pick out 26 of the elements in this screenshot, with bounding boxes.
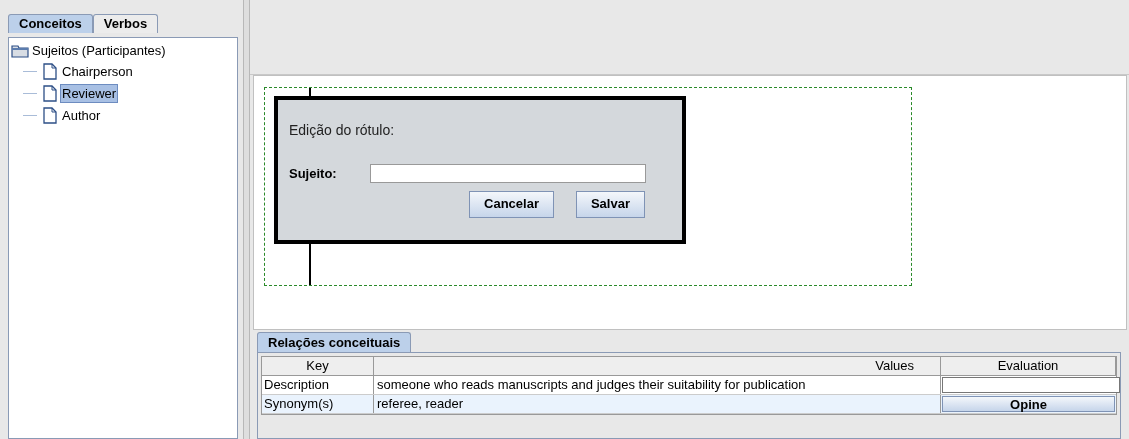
- column-header[interactable]: Values: [374, 357, 941, 375]
- table-cell: referee, reader: [374, 395, 941, 413]
- opine-button[interactable]: Opine: [942, 396, 1115, 412]
- column-header[interactable]: Evaluation: [941, 357, 1116, 375]
- tree-item[interactable]: Chairperson: [60, 61, 135, 81]
- column-header[interactable]: Key: [262, 357, 374, 375]
- tree-item[interactable]: Reviewer: [60, 83, 119, 103]
- document-icon: [43, 62, 57, 80]
- tab[interactable]: Conceitos: [8, 14, 93, 33]
- dialog-button[interactable]: Salvar: [575, 190, 645, 218]
- input-field[interactable]: [942, 377, 1120, 393]
- table-cell: Synonym(s): [262, 395, 374, 413]
- document-icon: [43, 84, 57, 102]
- table-row[interactable]: Synonym(s) referee, reader Opine: [262, 395, 1116, 414]
- folder-icon: [11, 43, 29, 58]
- table-cell: someone who reads manuscripts and judges their suitability for publication: [374, 376, 941, 394]
- field-label: Sujeito:: [289, 165, 338, 183]
- dialog-button[interactable]: Cancelar: [469, 190, 554, 218]
- tab[interactable]: Relações conceituais: [257, 332, 412, 352]
- document-icon: [43, 106, 57, 124]
- tree-item[interactable]: Author: [60, 105, 103, 125]
- dialog-title: Edição do rótulo:: [289, 121, 396, 140]
- table-cell: Description: [262, 376, 374, 394]
- input-field[interactable]: [370, 164, 646, 184]
- tab[interactable]: Verbos: [92, 14, 159, 33]
- tree-node[interactable]: Sujeitos (Participantes): [32, 40, 166, 61]
